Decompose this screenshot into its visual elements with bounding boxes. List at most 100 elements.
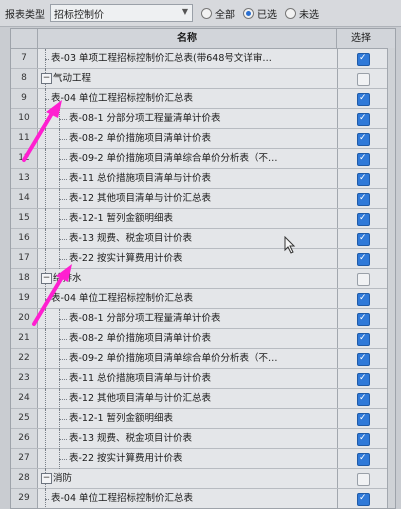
checkbox-icon[interactable] — [357, 373, 370, 386]
report-name[interactable]: 表-04 单位工程招标控制价汇总表 — [51, 489, 333, 508]
row-number: 25 — [11, 409, 38, 428]
select-cell — [337, 469, 386, 488]
checkbox-icon[interactable] — [357, 413, 370, 426]
checkbox-icon[interactable] — [357, 73, 370, 86]
checkbox-icon[interactable] — [357, 193, 370, 206]
table-row[interactable]: 23 表-11 总价措施项目清单与计价表 — [11, 369, 395, 389]
row-number: 24 — [11, 389, 38, 408]
checkbox-icon[interactable] — [357, 433, 370, 446]
report-name[interactable]: 表-11 总价措施项目清单与计价表 — [69, 169, 333, 188]
radio-all[interactable]: 全部 — [201, 6, 235, 21]
radio-icon[interactable] — [285, 7, 296, 19]
row-number: 14 — [11, 189, 38, 208]
table-row[interactable]: 15 表-12-1 暂列金额明细表 — [11, 209, 395, 229]
checkbox-icon[interactable] — [357, 493, 370, 506]
report-name[interactable]: 表-09-2 单价措施项目清单综合单价分析表（不… — [69, 349, 333, 368]
checkbox-icon[interactable] — [357, 293, 370, 306]
radio-unselected-label: 未选 — [299, 9, 319, 21]
table-row[interactable]: 13 表-11 总价措施项目清单与计价表 — [11, 169, 395, 189]
scrollbar[interactable] — [387, 48, 395, 508]
report-name[interactable]: 表-12-1 暂列金额明细表 — [69, 409, 333, 428]
select-cell — [337, 129, 386, 148]
table-row[interactable]: 14 表-12 其他项目清单与计价汇总表 — [11, 189, 395, 209]
table-row[interactable]: 7 表-03 单项工程招标控制价汇总表(带648号文详审… — [11, 49, 395, 69]
checkbox-icon[interactable] — [357, 453, 370, 466]
group-name[interactable]: 给排水 — [53, 269, 333, 288]
report-name[interactable]: 表-12-1 暂列金额明细表 — [69, 209, 333, 228]
tree-line — [59, 199, 67, 200]
checkbox-icon[interactable] — [357, 113, 370, 126]
checkbox-icon[interactable] — [357, 53, 370, 66]
row-number: 8 — [11, 69, 38, 88]
checkbox-icon[interactable] — [357, 313, 370, 326]
report-name[interactable]: 表-08-1 分部分项工程量清单计价表 — [69, 109, 333, 128]
table-header: 名称 选择 — [11, 29, 395, 49]
table-row[interactable]: 24 表-12 其他项目清单与计价汇总表 — [11, 389, 395, 409]
report-name[interactable]: 表-11 总价措施项目清单与计价表 — [69, 369, 333, 388]
checkbox-icon[interactable] — [357, 353, 370, 366]
select-cell — [337, 189, 386, 208]
report-name[interactable]: 表-08-2 单价措施项目清单计价表 — [69, 129, 333, 148]
select-cell — [337, 389, 386, 408]
select-cell — [337, 89, 386, 108]
table-row[interactable]: 10 表-08-1 分部分项工程量清单计价表 — [11, 109, 395, 129]
tree-line — [59, 239, 67, 240]
table-row[interactable]: 12表-09-2 单价措施项目清单综合单价分析表（不… — [11, 149, 395, 169]
row-number: 23 — [11, 369, 38, 388]
checkbox-icon[interactable] — [357, 213, 370, 226]
checkbox-icon[interactable] — [357, 473, 370, 486]
table-row[interactable]: 21 表-08-2 单价措施项目清单计价表 — [11, 329, 395, 349]
checkbox-icon[interactable] — [357, 273, 370, 286]
checkbox-icon[interactable] — [357, 93, 370, 106]
table-row[interactable]: 9 表-04 单位工程招标控制价汇总表 — [11, 89, 395, 109]
tree-line — [59, 359, 67, 360]
group-name[interactable]: 消防 — [53, 469, 333, 488]
report-name[interactable]: 表-12 其他项目清单与计价汇总表 — [69, 389, 333, 408]
checkbox-icon[interactable] — [357, 393, 370, 406]
select-cell — [337, 69, 386, 88]
radio-icon[interactable] — [201, 7, 212, 19]
table-row[interactable]: 29 表-04 单位工程招标控制价汇总表 — [11, 489, 395, 508]
radio-unselected[interactable]: 未选 — [285, 6, 319, 21]
report-name[interactable]: 表-22 按实计算费用计价表 — [69, 449, 333, 468]
table-row[interactable]: 11 表-08-2 单价措施项目清单计价表 — [11, 129, 395, 149]
name-column-header[interactable]: 名称 — [38, 29, 337, 48]
radio-icon[interactable] — [243, 7, 254, 19]
report-name[interactable]: 表-04 单位工程招标控制价汇总表 — [51, 89, 333, 108]
select-cell — [337, 229, 386, 248]
report-name[interactable]: 表-03 单项工程招标控制价汇总表(带648号文详审… — [51, 49, 333, 68]
table-row[interactable]: 28− 消防 — [11, 469, 395, 489]
report-name[interactable]: 表-04 单位工程招标控制价汇总表 — [51, 289, 333, 308]
table-row[interactable]: 26 表-13 规费、税金项目计价表 — [11, 429, 395, 449]
row-number: 26 — [11, 429, 38, 448]
report-name[interactable]: 表-08-2 单价措施项目清单计价表 — [69, 329, 333, 348]
select-cell — [337, 269, 386, 288]
select-cell — [337, 449, 386, 468]
radio-selected[interactable]: 已选 — [243, 6, 277, 21]
select-cell — [337, 349, 386, 368]
table-row[interactable]: 8− 气动工程 — [11, 69, 395, 89]
tree-line — [59, 419, 67, 420]
checkbox-icon[interactable] — [357, 133, 370, 146]
row-number: 28 — [11, 469, 38, 488]
table-row[interactable]: 16 表-13 规费、税金项目计价表 — [11, 229, 395, 249]
checkbox-icon[interactable] — [357, 153, 370, 166]
checkbox-icon[interactable] — [357, 233, 370, 246]
table-row[interactable]: 27 表-22 按实计算费用计价表 — [11, 449, 395, 469]
collapse-icon[interactable]: − — [41, 473, 52, 484]
report-type-select[interactable]: 招标控制价 ▼ — [50, 4, 193, 22]
report-name[interactable]: 表-08-1 分部分项工程量清单计价表 — [69, 309, 333, 328]
report-name[interactable]: 表-13 规费、税金项目计价表 — [69, 429, 333, 448]
chevron-down-icon[interactable]: ▼ — [182, 7, 188, 16]
checkbox-icon[interactable] — [357, 253, 370, 266]
report-name[interactable]: 表-12 其他项目清单与计价汇总表 — [69, 189, 333, 208]
tree-line — [45, 229, 46, 249]
collapse-icon[interactable]: − — [41, 73, 52, 84]
group-name[interactable]: 气动工程 — [53, 69, 333, 88]
table-row[interactable]: 22 表-09-2 单价措施项目清单综合单价分析表（不… — [11, 349, 395, 369]
report-name[interactable]: 表-09-2 单价措施项目清单综合单价分析表（不… — [69, 149, 333, 168]
select-column-header[interactable]: 选择 — [337, 29, 385, 48]
table-row[interactable]: 25 表-12-1 暂列金额明细表 — [11, 409, 395, 429]
checkbox-icon[interactable] — [357, 173, 370, 186]
checkbox-icon[interactable] — [357, 333, 370, 346]
